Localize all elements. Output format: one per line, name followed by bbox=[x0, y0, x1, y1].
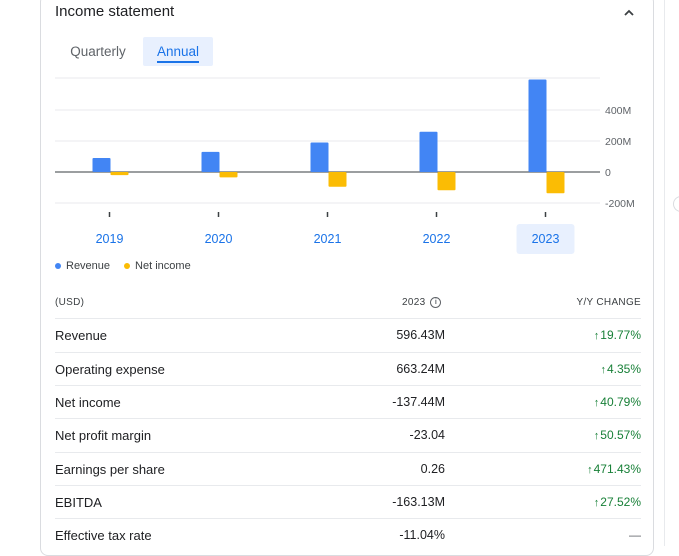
y-tick-label: 400M bbox=[605, 105, 631, 117]
row-value: 596.43M bbox=[396, 328, 445, 342]
row-change: ↑4.35% bbox=[600, 362, 641, 376]
arrow-up-icon: ↑ bbox=[593, 497, 600, 509]
x-tick-label-2019: 2019 bbox=[96, 232, 124, 246]
table-row: Net income -137.44M ↑40.79% bbox=[55, 385, 641, 419]
revenue-bar-2023 bbox=[528, 79, 547, 172]
row-value: -163.13M bbox=[392, 495, 445, 509]
arrow-up-icon: ↑ bbox=[593, 430, 600, 442]
row-change: ↑471.43% bbox=[587, 462, 641, 476]
chart-legend: Revenue Net income bbox=[55, 260, 199, 272]
row-value: -23.04 bbox=[409, 428, 445, 442]
row-label: Net income bbox=[55, 395, 121, 410]
arrow-up-icon: ↑ bbox=[600, 364, 606, 376]
x-tick-label-2020: 2020 bbox=[205, 232, 233, 246]
arrow-up-icon: ↑ bbox=[593, 397, 600, 409]
info-icon[interactable]: i bbox=[430, 297, 442, 308]
net-income-bar-2023 bbox=[546, 172, 565, 194]
net-income-bar-2021 bbox=[328, 172, 347, 187]
legend-item: Revenue bbox=[55, 260, 110, 272]
row-label: Earnings per share bbox=[55, 462, 165, 477]
net-income-bar-2019 bbox=[110, 172, 129, 176]
column-header-change: Y/Y CHANGE bbox=[576, 297, 641, 308]
revenue-bar-2022 bbox=[419, 131, 438, 172]
column-header-year: 2023 i bbox=[402, 297, 442, 308]
row-change: ↑40.79% bbox=[593, 395, 641, 409]
row-change: ↑50.57% bbox=[593, 428, 641, 442]
column-header-currency: (USD) bbox=[55, 297, 85, 308]
row-change: ↑19.77% bbox=[593, 328, 641, 342]
bar-chart: 400M 200M 0 -200M 2019 2020 2021 2022 2023 bbox=[55, 77, 635, 254]
row-value: 0.26 bbox=[420, 462, 445, 476]
row-label: Operating expense bbox=[55, 362, 165, 377]
legend-item: Net income bbox=[124, 260, 191, 272]
table-row: Effective tax rate -11.04% — bbox=[55, 518, 641, 552]
legend-label: Net income bbox=[135, 260, 191, 272]
row-label: Effective tax rate bbox=[55, 528, 152, 543]
table-row: Operating expense 663.24M ↑4.35% bbox=[55, 352, 641, 386]
arrow-up-icon: ↑ bbox=[587, 464, 593, 476]
revenue-bar-2020 bbox=[201, 151, 220, 172]
table-row: EBITDA -163.13M ↑27.52% bbox=[55, 485, 641, 519]
net-income-bar-2022 bbox=[437, 172, 456, 191]
table-row: Net profit margin -23.04 ↑50.57% bbox=[55, 418, 641, 452]
x-tick-label-2021: 2021 bbox=[314, 232, 342, 246]
legend-dot bbox=[55, 263, 61, 269]
y-tick-label: 200M bbox=[605, 136, 631, 148]
row-label: Revenue bbox=[55, 328, 108, 343]
y-tick-label: 0 bbox=[605, 167, 611, 179]
x-tick-label-2022: 2022 bbox=[423, 232, 451, 246]
legend-label: Revenue bbox=[66, 260, 111, 272]
row-label: Net profit margin bbox=[55, 428, 152, 443]
table-row: Revenue 596.43M ↑19.77% bbox=[55, 318, 641, 352]
row-value: -137.44M bbox=[392, 395, 445, 409]
y-tick-label: -200M bbox=[605, 198, 635, 210]
legend-dot bbox=[124, 263, 131, 269]
row-change: ↑27.52% bbox=[593, 495, 641, 509]
row-change: — bbox=[629, 528, 641, 542]
row-label: EBITDA bbox=[55, 495, 102, 510]
column-header-year-label: 2023 bbox=[402, 297, 426, 308]
row-value: -11.04% bbox=[399, 528, 445, 542]
row-value: 663.24M bbox=[396, 362, 445, 376]
table-row: Earnings per share 0.26 ↑471.43% bbox=[55, 452, 641, 486]
net-income-bar-2020 bbox=[219, 172, 238, 178]
arrow-up-icon: ↑ bbox=[593, 330, 600, 342]
revenue-bar-2021 bbox=[310, 142, 329, 172]
x-tick-label-2023: 2023 bbox=[532, 232, 560, 246]
revenue-bar-2019 bbox=[92, 158, 111, 172]
